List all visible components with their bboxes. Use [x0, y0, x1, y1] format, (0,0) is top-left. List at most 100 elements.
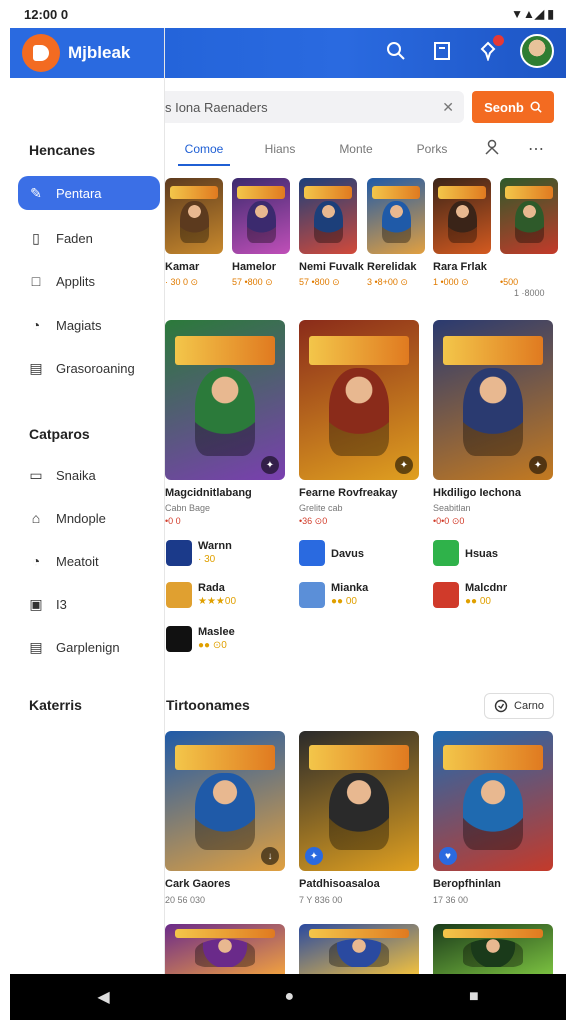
featured-game-card[interactable]: ✦ [299, 320, 419, 480]
app-icon[interactable] [166, 540, 192, 566]
home-icon[interactable]: ● [284, 988, 294, 1006]
library-icon[interactable] [428, 37, 456, 65]
clear-icon[interactable]: ✕ [442, 99, 454, 116]
app-name[interactable]: Davus [331, 548, 364, 560]
drawer-item-grasoroaning[interactable]: ▤ Grasoroaning [18, 351, 160, 385]
game-card[interactable]: ♥ [433, 731, 553, 871]
game-card[interactable] [367, 178, 425, 254]
game-character [447, 200, 477, 243]
search-button-label: Seonb [484, 99, 524, 115]
app-rating: ●● 00 [331, 596, 357, 607]
app-name[interactable]: Malcdnr [465, 582, 507, 594]
app-icon[interactable] [433, 582, 459, 608]
carno-button[interactable]: Carno [484, 693, 554, 719]
game-title: Kamar [165, 261, 200, 273]
app-name[interactable]: Warnn [198, 540, 232, 552]
card-badge-icon: ♥ [439, 847, 457, 865]
game-rating: · 30 0 ⊙ [165, 277, 199, 287]
game-character [329, 368, 389, 456]
game-logo [236, 185, 286, 200]
game-logo [437, 185, 487, 200]
game-card[interactable] [433, 924, 553, 974]
game-art [165, 178, 223, 254]
game-character [179, 200, 209, 243]
card-badge-icon: ✦ [305, 847, 323, 865]
game-title: Cark Gaores [165, 878, 231, 890]
drawer-item-faden[interactable]: ▯ Faden [18, 221, 160, 255]
app-icon[interactable] [166, 626, 192, 652]
game-character [463, 368, 523, 456]
game-logo [174, 336, 276, 365]
game-card[interactable]: ↓ [165, 731, 285, 871]
tab-monte[interactable]: Monte [318, 134, 394, 164]
game-card[interactable] [500, 178, 558, 254]
app-name[interactable]: Maslee [198, 626, 235, 638]
drawer-item-label: Faden [56, 230, 93, 246]
drawer-item-pentara[interactable]: ✎ Pentara [18, 176, 160, 210]
tab-porks[interactable]: Porks [394, 134, 470, 164]
drawer-header: Mjbleak [10, 28, 164, 78]
game-logo [442, 336, 544, 365]
game-title: Rara Frlak [433, 261, 487, 273]
game-card[interactable] [299, 178, 357, 254]
app-rating: ●● 00 [465, 596, 491, 607]
game-character [195, 773, 255, 850]
recent-apps-icon[interactable]: ■ [469, 988, 479, 1006]
game-card[interactable]: ✦ [299, 731, 419, 871]
app-icon[interactable] [433, 540, 459, 566]
tab-comoe[interactable]: Comoe [166, 134, 242, 166]
search-button[interactable]: Seonb [472, 91, 554, 123]
avatar[interactable] [520, 34, 554, 68]
game-logo [169, 185, 219, 200]
game-character [195, 368, 255, 456]
drawer-item-mndople[interactable]: ⌂ Mndople [18, 501, 160, 535]
edit-icon: ✎ [30, 184, 42, 201]
game-card[interactable] [299, 924, 419, 974]
game-logo [303, 185, 353, 200]
system-nav-bar: ◀ ● ■ [10, 974, 566, 1020]
app-icon[interactable] [299, 582, 325, 608]
more-icon[interactable]: ⋯ [514, 139, 558, 159]
featured-game-card[interactable]: ✦ [165, 320, 285, 480]
app-name[interactable]: Hsuas [465, 548, 498, 560]
drawer-item-garplenign[interactable]: ▤ Garplenign [18, 630, 160, 664]
notifications-icon[interactable] [474, 35, 504, 65]
game-art [367, 178, 425, 254]
app-name[interactable]: Mianka [331, 582, 368, 594]
drawer-item-applits[interactable]: □ Applits [18, 264, 160, 298]
game-card[interactable] [433, 178, 491, 254]
game-title: Magcidnitlabang [165, 487, 252, 499]
game-rating: •36 ⊙0 [299, 516, 328, 526]
game-logo [308, 745, 410, 771]
featured-game-card[interactable]: ✦ [433, 320, 553, 480]
game-title: Hamelor [232, 261, 277, 273]
tab-hians[interactable]: Hians [242, 134, 318, 164]
back-icon[interactable]: ◀ [97, 987, 109, 1007]
game-character [329, 939, 389, 967]
app-icon[interactable] [166, 582, 192, 608]
game-logo [371, 185, 421, 200]
game-card[interactable] [165, 178, 223, 254]
game-card[interactable] [232, 178, 290, 254]
game-title: Nemi Fuvalk [299, 261, 364, 273]
square-icon: □ [31, 273, 41, 289]
drawer-item-meatoit[interactable]: ◔ Meatoit [18, 544, 160, 578]
game-art [299, 178, 357, 254]
app-icon[interactable] [299, 540, 325, 566]
game-art [433, 924, 553, 974]
status-time: 12:00 0 [24, 6, 69, 22]
app-name[interactable]: Rada [198, 582, 225, 594]
section-title-tirtoonames: Tirtoonames [166, 697, 250, 713]
file-icon: ▤ [29, 638, 43, 655]
search-icon[interactable] [382, 37, 410, 65]
drawer-item-i3[interactable]: ▣ I3 [18, 587, 160, 621]
game-logo [308, 929, 410, 938]
game-art [232, 178, 290, 254]
drawer-item-snaika[interactable]: ▭ Snaika [18, 458, 160, 492]
game-card[interactable] [165, 924, 285, 974]
drawer-section-katerris: Katerris [29, 697, 82, 713]
drawer-item-magiats[interactable]: ◔ Magiats [18, 308, 160, 342]
game-logo [442, 929, 544, 938]
case-icon: ▣ [29, 595, 43, 612]
profile-tab-icon[interactable] [470, 139, 514, 160]
